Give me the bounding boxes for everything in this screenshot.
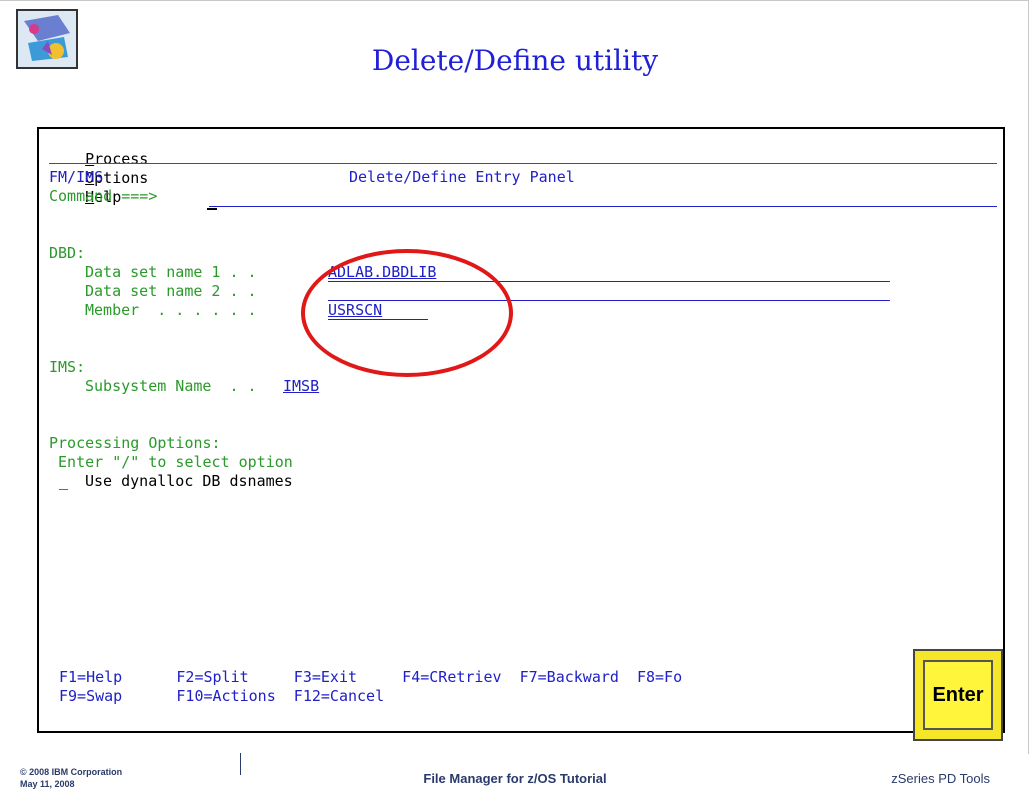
subsys-field[interactable]: IMSB bbox=[283, 377, 319, 396]
dbd-section-label: DBD: bbox=[49, 244, 86, 262]
dsn1-underline bbox=[328, 281, 890, 282]
command-label: Command ===> bbox=[49, 187, 158, 205]
pf-keys-row2[interactable]: F9=Swap F10=Actions F12=Cancel bbox=[59, 687, 384, 706]
ims-section-label: IMS: bbox=[49, 358, 86, 376]
menu-process[interactable]: Process bbox=[85, 150, 148, 168]
dsn1-field[interactable]: ADLAB.DBDLIB bbox=[328, 263, 436, 282]
menu-divider bbox=[49, 163, 997, 164]
proc-hint: Enter "/" to select option bbox=[49, 453, 293, 471]
subsys-label: Subsystem Name . . bbox=[85, 377, 257, 395]
slide-footer: © 2008 IBM Corporation May 11, 2008 File… bbox=[0, 753, 1030, 795]
member-label: Member . . . . . . bbox=[85, 301, 257, 319]
dsn1-label: Data set name 1 . . bbox=[85, 263, 257, 281]
dsn2-field[interactable] bbox=[328, 300, 890, 301]
app-id: FM/IMS bbox=[49, 168, 104, 186]
dsn2-label: Data set name 2 . . bbox=[85, 282, 257, 300]
enter-key-button[interactable]: Enter bbox=[913, 649, 1003, 741]
footer-brand: zSeries PD Tools bbox=[891, 771, 990, 786]
panel-title: Delete/Define Entry Panel bbox=[349, 168, 575, 186]
text-cursor bbox=[207, 208, 217, 210]
pf-keys-row1[interactable]: F1=Help F2=Split F3=Exit F4=CRetriev F7=… bbox=[59, 668, 682, 687]
opt1-label: Use dynalloc DB dsnames bbox=[85, 472, 293, 490]
member-underline bbox=[328, 319, 428, 320]
enter-key-label: Enter bbox=[923, 660, 993, 730]
proc-section-label: Processing Options: bbox=[49, 434, 221, 452]
footer-title: File Manager for z/OS Tutorial bbox=[423, 771, 607, 786]
command-input[interactable] bbox=[209, 206, 997, 207]
opt1-checkbox[interactable]: _ bbox=[59, 472, 68, 491]
member-field[interactable]: USRSCN bbox=[328, 301, 382, 320]
terminal-window: Process Options Help FM/IMS Delete/Defin… bbox=[37, 127, 1005, 733]
slide-title: Delete/Define utility bbox=[371, 44, 659, 77]
